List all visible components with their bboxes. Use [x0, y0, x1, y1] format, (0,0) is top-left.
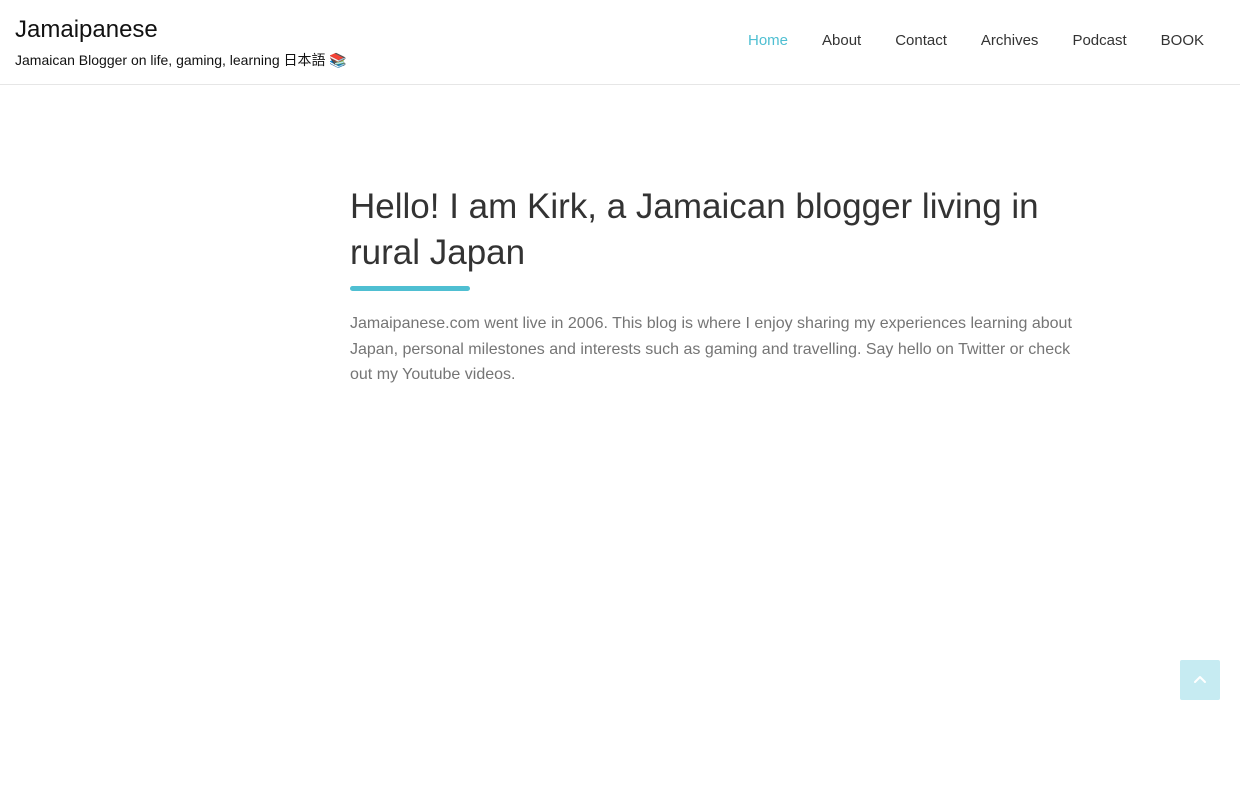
nav-item-podcast[interactable]: Podcast [1072, 30, 1126, 52]
hero-description: Jamaipanese.com went live in 2006. This … [350, 315, 1072, 383]
main-navigation: Home About Contact Archives Podcast BOOK [748, 30, 1204, 52]
nav-item-archives[interactable]: Archives [981, 30, 1039, 52]
site-branding: Jamaipanese Jamaican Blogger on life, ga… [15, 15, 347, 69]
hero-title: Hello! I am Kirk, a Jamaican blogger liv… [350, 187, 1039, 272]
nav-item-contact[interactable]: Contact [895, 30, 947, 52]
hero-section: Hello! I am Kirk, a Jamaican blogger liv… [350, 184, 1080, 388]
nav-item-about[interactable]: About [822, 30, 861, 52]
site-header: Jamaipanese Jamaican Blogger on life, ga… [0, 0, 1240, 85]
hero-title-underline [350, 286, 470, 291]
site-tagline: Jamaican Blogger on life, gaming, learni… [15, 52, 347, 68]
site-title-link[interactable]: Jamaipanese [15, 15, 347, 45]
arrow-up-icon [1194, 676, 1206, 683]
back-to-top-button[interactable] [1180, 660, 1220, 700]
nav-item-home[interactable]: Home [748, 30, 788, 52]
nav-item-book[interactable]: BOOK [1161, 30, 1204, 52]
